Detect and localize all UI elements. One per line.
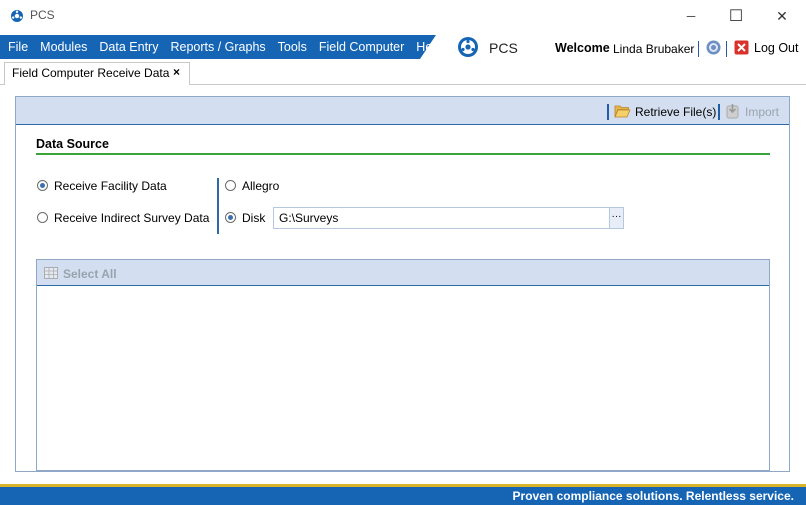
import-icon xyxy=(726,104,739,119)
option-separator xyxy=(217,178,219,234)
radio-receive-facility-data[interactable] xyxy=(37,180,48,191)
toolbar-separator xyxy=(718,104,720,120)
toolbar-separator xyxy=(607,104,609,120)
brand-name: PCS xyxy=(489,40,518,56)
grid-table-icon xyxy=(44,267,58,279)
tab-close-icon[interactable]: × xyxy=(173,65,180,79)
close-window-button[interactable]: ✕ xyxy=(759,0,805,32)
radio-label: Allegro xyxy=(242,179,280,193)
menu-field-computer[interactable]: Field Computer xyxy=(313,40,410,54)
grid-header xyxy=(37,260,769,286)
radio-receive-indirect-survey-data[interactable] xyxy=(37,212,48,223)
footer-slogan: Proven compliance solutions. Relentless … xyxy=(512,489,794,503)
user-name: Linda Brubaker xyxy=(613,42,695,56)
section-divider xyxy=(36,153,770,155)
radio-allegro[interactable] xyxy=(225,180,236,191)
header-separator xyxy=(698,41,699,57)
minimize-button[interactable]: ─ xyxy=(668,0,714,32)
folder-open-icon xyxy=(614,105,631,118)
select-all-button[interactable]: Select All xyxy=(63,267,117,281)
menu-data-entry[interactable]: Data Entry xyxy=(93,40,164,54)
header-separator xyxy=(726,41,727,57)
menu-help[interactable]: Help xyxy=(410,40,448,54)
main-menu: File Modules Data Entry Reports / Graphs… xyxy=(2,35,448,59)
menu-file[interactable]: File xyxy=(2,40,34,54)
tab-label: Field Computer Receive Data xyxy=(12,66,170,80)
disk-path-value: G:\Surveys xyxy=(279,211,339,225)
pcs-logo-icon xyxy=(458,37,478,57)
maximize-button[interactable]: ☐ xyxy=(713,0,759,32)
menu-reports-graphs[interactable]: Reports / Graphs xyxy=(164,40,271,54)
app-logo-icon xyxy=(11,10,23,22)
menu-modules[interactable]: Modules xyxy=(34,40,93,54)
section-title-data-source: Data Source xyxy=(36,137,109,151)
radio-disk[interactable] xyxy=(225,212,236,223)
welcome-label: Welcome xyxy=(555,41,610,55)
logout-link[interactable]: Log Out xyxy=(754,41,798,55)
radio-label: Receive Facility Data xyxy=(54,179,167,193)
file-grid xyxy=(36,259,770,471)
import-button[interactable]: Import xyxy=(745,105,779,119)
logout-icon[interactable] xyxy=(734,40,749,55)
menu-tools[interactable]: Tools xyxy=(272,40,313,54)
window-title: PCS xyxy=(30,8,55,22)
radio-label: Disk xyxy=(242,211,266,225)
help-icon[interactable] xyxy=(706,40,721,55)
retrieve-files-button[interactable]: Retrieve File(s) xyxy=(635,105,716,119)
browse-button[interactable]: ··· xyxy=(609,207,624,229)
radio-label: Receive Indirect Survey Data xyxy=(54,211,210,225)
